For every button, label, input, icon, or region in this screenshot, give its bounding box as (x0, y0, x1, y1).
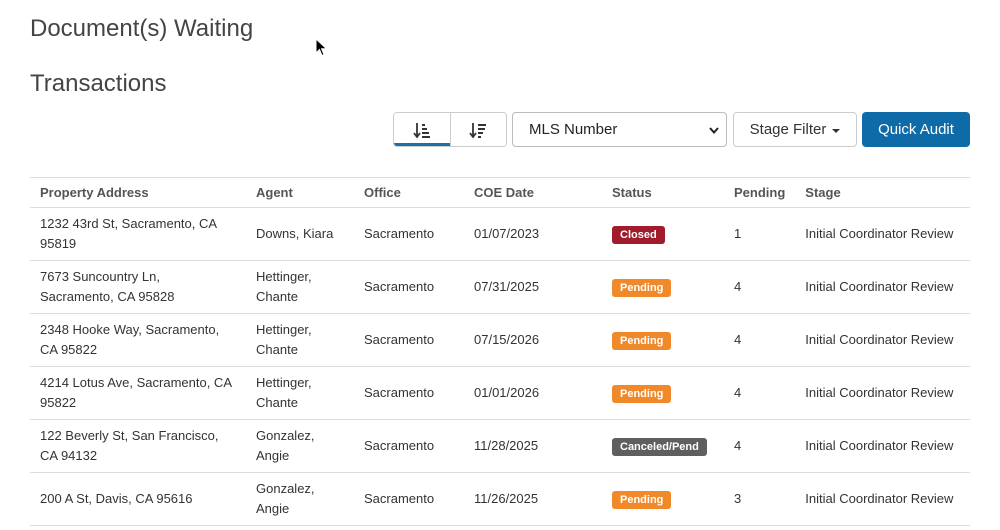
table-header-row: Property Address Agent Office COE Date S… (30, 177, 970, 208)
cell-coe-date: 11/28/2025 (464, 419, 602, 473)
sort-toggle-group (393, 112, 507, 147)
cell-coe-date: 07/15/2026 (464, 313, 602, 367)
status-badge: Pending (612, 385, 672, 403)
cell-coe-date: 07/31/2025 (464, 260, 602, 314)
cell-agent: Hettinger, Chante (246, 366, 354, 420)
table-row[interactable]: 2348 Hooke Way, Sacramento, CA 95822 Het… (30, 313, 970, 367)
table-row[interactable]: 7673 Suncountry Ln, Sacramento, CA 95828… (30, 260, 970, 314)
status-badge: Pending (612, 332, 672, 350)
sort-descending-button[interactable] (449, 113, 506, 146)
cell-pending: 4 (724, 419, 796, 473)
stage-filter-label: Stage Filter (749, 121, 827, 138)
cell-office: Sacramento (354, 260, 464, 314)
cell-status: Pending (602, 366, 724, 420)
cell-property-address: 7673 Suncountry Ln, Sacramento, CA 95828 (30, 260, 246, 314)
cell-pending: 4 (724, 366, 796, 420)
stage-filter-button[interactable]: Stage Filter (733, 112, 857, 147)
sort-descending-icon (469, 122, 487, 138)
cell-stage: Initial Coordinator Review (795, 313, 970, 367)
mouse-cursor-icon (315, 38, 328, 57)
cell-status: Pending (602, 313, 724, 367)
cell-status: Canceled/Pend (602, 419, 724, 473)
toolbar: MLS Number Stage Filter Quick Audit (0, 112, 1000, 148)
table-row[interactable]: 200 A St, Davis, CA 95616 Gonzalez, Angi… (30, 472, 970, 526)
sort-ascending-icon (413, 122, 430, 138)
page-title: Document(s) Waiting (30, 15, 254, 42)
status-badge: Closed (612, 226, 665, 244)
quick-audit-button[interactable]: Quick Audit (862, 112, 970, 147)
cell-property-address: 122 Beverly St, San Francisco, CA 94132 (30, 419, 246, 473)
cell-property-address: 200 A St, Davis, CA 95616 (30, 472, 246, 526)
cell-stage: Initial Coordinator Review (795, 472, 970, 526)
column-header-agent[interactable]: Agent (246, 177, 354, 208)
cell-pending: 4 (724, 260, 796, 314)
table-row[interactable]: 1232 43rd St, Sacramento, CA 95819 Downs… (30, 207, 970, 261)
column-header-property-address[interactable]: Property Address (30, 177, 246, 208)
cell-stage: Initial Coordinator Review (795, 366, 970, 420)
cell-pending: 4 (724, 313, 796, 367)
cell-property-address: 2348 Hooke Way, Sacramento, CA 95822 (30, 313, 246, 367)
cell-office: Sacramento (354, 207, 464, 261)
caret-down-icon (832, 128, 841, 133)
cell-agent: Gonzalez, Angie (246, 419, 354, 473)
cell-pending: 1 (724, 207, 796, 261)
cell-agent: Downs, Kiara (246, 207, 354, 261)
transactions-table: Property Address Agent Office COE Date S… (30, 177, 970, 526)
cell-coe-date: 11/26/2025 (464, 472, 602, 526)
cell-office: Sacramento (354, 366, 464, 420)
table-row[interactable]: 122 Beverly St, San Francisco, CA 94132 … (30, 419, 970, 473)
column-header-stage[interactable]: Stage (795, 177, 970, 208)
cell-agent: Gonzalez, Angie (246, 472, 354, 526)
cell-property-address: 4214 Lotus Ave, Sacramento, CA 95822 (30, 366, 246, 420)
cell-agent: Hettinger, Chante (246, 313, 354, 367)
cell-property-address: 1232 43rd St, Sacramento, CA 95819 (30, 207, 246, 261)
sort-field-value: MLS Number (529, 121, 618, 138)
cell-stage: Initial Coordinator Review (795, 207, 970, 261)
cell-office: Sacramento (354, 472, 464, 526)
column-header-coe-date[interactable]: COE Date (464, 177, 602, 208)
cell-office: Sacramento (354, 419, 464, 473)
status-badge: Pending (612, 491, 672, 509)
sort-ascending-button[interactable] (394, 113, 450, 146)
sort-field-select[interactable]: MLS Number (512, 112, 727, 147)
cell-office: Sacramento (354, 313, 464, 367)
cell-status: Pending (602, 472, 724, 526)
cell-agent: Hettinger, Chante (246, 260, 354, 314)
cell-status: Closed (602, 207, 724, 261)
chevron-down-icon (709, 127, 719, 135)
column-header-pending[interactable]: Pending (724, 177, 796, 208)
table-row[interactable]: 4214 Lotus Ave, Sacramento, CA 95822 Het… (30, 366, 970, 420)
cell-pending: 3 (724, 472, 796, 526)
column-header-status[interactable]: Status (602, 177, 724, 208)
cell-stage: Initial Coordinator Review (795, 419, 970, 473)
column-header-office[interactable]: Office (354, 177, 464, 208)
cell-stage: Initial Coordinator Review (795, 260, 970, 314)
status-badge: Canceled/Pend (612, 438, 707, 456)
section-title: Transactions (30, 70, 167, 97)
cell-status: Pending (602, 260, 724, 314)
status-badge: Pending (612, 279, 672, 297)
cell-coe-date: 01/07/2023 (464, 207, 602, 261)
cell-coe-date: 01/01/2026 (464, 366, 602, 420)
